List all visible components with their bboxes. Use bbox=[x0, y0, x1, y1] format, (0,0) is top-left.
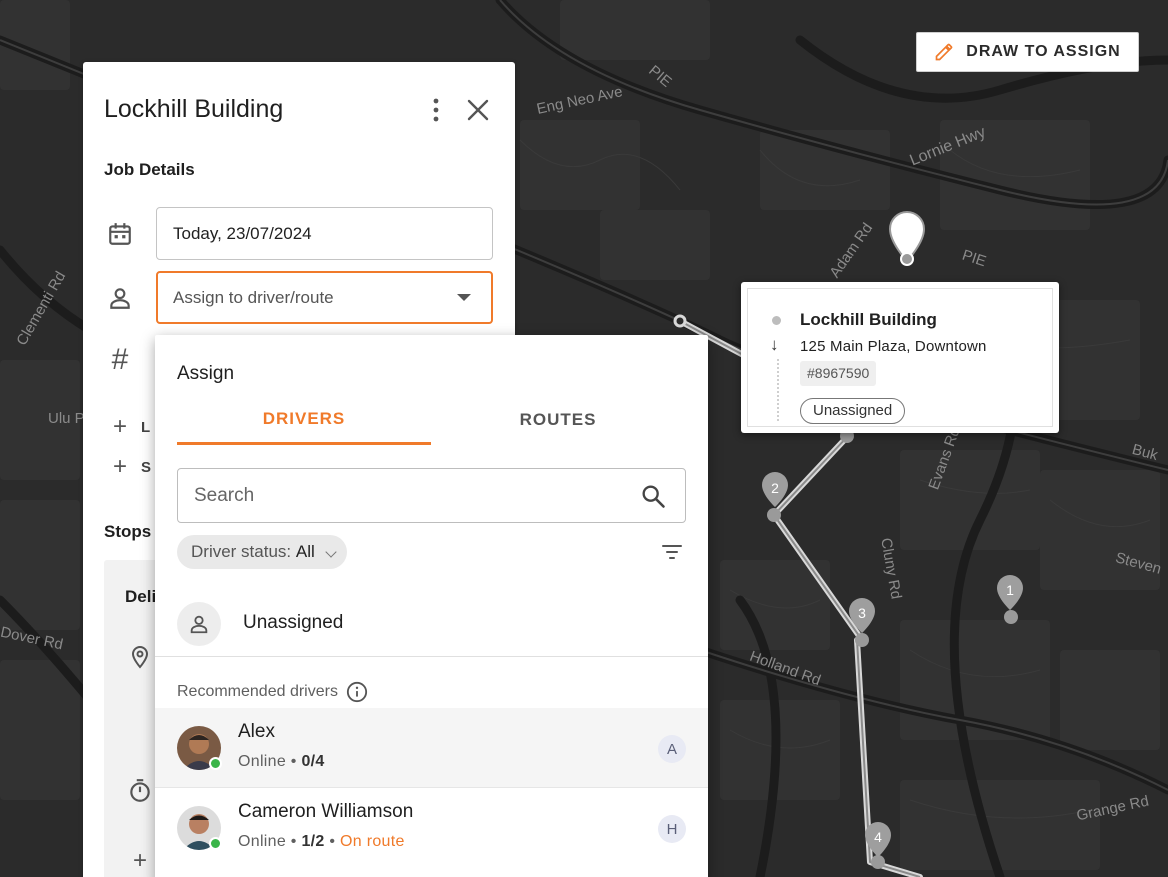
chip-label: Driver status: bbox=[191, 542, 292, 561]
unassigned-option[interactable]: Unassigned bbox=[155, 590, 708, 657]
chip-value: All bbox=[295, 542, 315, 561]
search-input[interactable]: Search bbox=[177, 468, 686, 523]
assign-dropdown: Assign DRIVERS ROUTES Search Driver stat… bbox=[155, 335, 708, 877]
marker-1-label: 1 bbox=[1006, 582, 1014, 598]
route-dotted-line bbox=[777, 359, 779, 421]
driver-initial-badge: H bbox=[658, 815, 686, 843]
driver-load: 1/2 bbox=[301, 833, 325, 850]
tab-routes[interactable]: ROUTES bbox=[431, 395, 685, 445]
hash-icon: # bbox=[111, 343, 129, 376]
search-icon[interactable] bbox=[639, 482, 667, 510]
pencil-icon bbox=[935, 43, 953, 61]
marker-3-label: 3 bbox=[858, 605, 866, 621]
popup-title: Lockhill Building bbox=[800, 310, 937, 329]
popup-job-id: #8967590 bbox=[800, 361, 877, 386]
more-vert-icon[interactable] bbox=[426, 96, 446, 124]
date-field[interactable]: Today, 23/07/2024 bbox=[156, 207, 493, 260]
recommended-drivers-header: Recommended drivers bbox=[177, 681, 368, 703]
driver-route-status: On route bbox=[340, 833, 405, 850]
section-title-job-details: Job Details bbox=[104, 160, 195, 179]
location-pin-icon bbox=[125, 642, 155, 672]
online-status-dot bbox=[209, 757, 222, 770]
delivery-label: Deli bbox=[125, 587, 157, 606]
marker-2-label: 2 bbox=[771, 480, 779, 496]
chevron-down-icon bbox=[325, 546, 337, 558]
driver-status: Online bbox=[238, 833, 287, 850]
calendar-icon bbox=[105, 219, 135, 249]
driver-name: Cameron Williamson bbox=[238, 801, 414, 822]
person-icon bbox=[177, 602, 221, 646]
driver-initial-badge: A bbox=[658, 735, 686, 763]
stops-label: Stops bbox=[104, 522, 152, 541]
dropdown-caret-icon bbox=[457, 294, 471, 301]
marker-4-label: 4 bbox=[874, 829, 882, 845]
close-icon[interactable] bbox=[465, 96, 491, 124]
pickup-dot bbox=[772, 316, 781, 325]
draw-to-assign-button[interactable]: DRAW TO ASSIGN bbox=[916, 32, 1139, 72]
driver-row[interactable]: Cameron Williamson Online • 1/2 • On rou… bbox=[155, 787, 708, 867]
popup-status-badge: Unassigned bbox=[800, 398, 906, 424]
add-icon[interactable]: + bbox=[125, 846, 155, 876]
assign-heading: Assign bbox=[177, 363, 235, 384]
draw-to-assign-label: DRAW TO ASSIGN bbox=[966, 43, 1121, 60]
assign-driver-placeholder: Assign to driver/route bbox=[173, 288, 334, 307]
driver-meta: Online • 1/2 • On route bbox=[238, 833, 405, 850]
add-item-label: L bbox=[141, 419, 152, 436]
driver-row[interactable]: Alex Online • 0/4 A bbox=[155, 708, 708, 788]
arrow-down-icon: ↓ bbox=[770, 335, 779, 354]
online-status-dot bbox=[209, 837, 222, 850]
person-icon bbox=[105, 283, 135, 313]
driver-load: 0/4 bbox=[301, 753, 325, 770]
driver-status: Online bbox=[238, 753, 287, 770]
unassigned-label: Unassigned bbox=[243, 612, 344, 633]
add-item-label: S bbox=[141, 459, 153, 476]
timer-icon bbox=[125, 776, 155, 806]
assign-driver-select[interactable]: Assign to driver/route bbox=[156, 271, 493, 324]
add-icon[interactable]: + bbox=[105, 412, 135, 442]
road-label: Ulu P bbox=[48, 410, 85, 427]
recommended-label: Recommended drivers bbox=[177, 683, 338, 700]
tab-drivers[interactable]: DRIVERS bbox=[177, 395, 431, 445]
add-icon[interactable]: + bbox=[105, 452, 135, 482]
popup-address: 125 Main Plaza, Downtown bbox=[800, 338, 987, 355]
filter-icon[interactable] bbox=[660, 540, 684, 564]
search-placeholder: Search bbox=[194, 485, 255, 506]
job-popup-card: Lockhill Building ↓ 125 Main Plaza, Down… bbox=[747, 288, 1053, 427]
driver-status-filter-chip[interactable]: Driver status: All bbox=[177, 535, 347, 569]
driver-meta: Online • 0/4 bbox=[238, 753, 325, 770]
info-icon[interactable] bbox=[346, 681, 368, 703]
page-title: Lockhill Building bbox=[104, 95, 284, 123]
driver-name: Alex bbox=[238, 721, 275, 742]
job-popup[interactable]: Lockhill Building ↓ 125 Main Plaza, Down… bbox=[741, 282, 1059, 433]
